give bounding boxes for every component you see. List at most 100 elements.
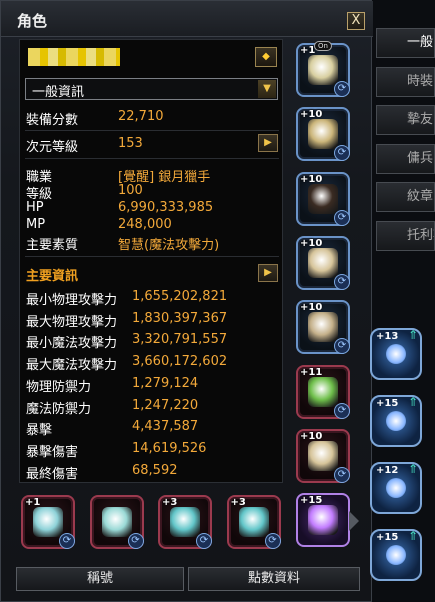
- tab-4[interactable]: 紋章: [376, 182, 435, 212]
- upgrade-arrow-icon: ⇑: [407, 529, 418, 543]
- stat-row: 最小魔法攻擊力 3,320,791,557: [26, 331, 278, 351]
- chest-armor-icon: [308, 119, 338, 150]
- enhance-level: +10: [300, 302, 323, 314]
- stat-label: 暴擊: [26, 423, 53, 439]
- title-button[interactable]: 稱號: [16, 567, 184, 591]
- hp-value: 6,990,333,985: [118, 200, 214, 215]
- swap-icon[interactable]: ⟳: [196, 533, 212, 549]
- swap-icon[interactable]: ⟳: [334, 145, 350, 162]
- stat-label: 最大魔法攻擊力: [26, 358, 118, 374]
- equipment-slot[interactable]: ⟳: [89, 495, 144, 549]
- dimension-level-value: 153: [118, 136, 143, 151]
- name-diamond-icon[interactable]: ◆: [255, 47, 277, 67]
- stat-value: 3,660,172,602: [132, 354, 228, 370]
- main-stat-row: 主要素質 智慧(魔法攻擊力): [26, 232, 278, 253]
- equipment-slot[interactable]: +10 ⟳: [296, 300, 350, 355]
- enhance-level: +3: [162, 497, 178, 508]
- equipment-slot[interactable]: +10 ⟳: [296, 235, 350, 290]
- info-view-selected: 一般資訊: [32, 85, 85, 100]
- swap-icon[interactable]: ⟳: [334, 209, 350, 226]
- offhand-icon: [308, 440, 338, 471]
- boots-icon: [308, 312, 338, 343]
- equipment-slot[interactable]: +1 ⟳: [21, 495, 75, 549]
- main-stat-label: 主要素質: [26, 238, 79, 253]
- swap-icon[interactable]: ⟳: [334, 81, 350, 97]
- stat-value: 3,320,791,557: [132, 332, 228, 348]
- enhance-level: +10: [300, 109, 323, 121]
- upgrade-arrow-icon: ⇑: [407, 395, 418, 409]
- upgrade-arrow-icon: ⇑: [407, 462, 418, 476]
- seal-gem-icon: [386, 411, 406, 431]
- seal-slot[interactable]: +13 ⇑: [370, 328, 422, 380]
- stat-value: 68,592: [132, 462, 178, 478]
- stat-row: 魔法防禦力 1,247,220: [26, 397, 278, 417]
- dimension-level-label: 次元等級: [26, 140, 79, 155]
- enhance-level: +15: [300, 495, 323, 507]
- equipment-slot[interactable]: +10 ⟳: [296, 171, 350, 226]
- swap-icon[interactable]: ⟳: [59, 533, 75, 549]
- equipment-slot[interactable]: +10 ⟳: [296, 428, 350, 483]
- seal-level: +15: [376, 532, 399, 543]
- pants-icon: [308, 183, 338, 214]
- divider: [25, 130, 279, 131]
- seal-slot[interactable]: +12 ⇑: [370, 462, 422, 514]
- gear-score-value: 22,710: [118, 109, 164, 124]
- tab-5[interactable]: 托利斯: [376, 220, 435, 251]
- info-view-select[interactable]: 一般資訊 ▼: [25, 78, 278, 100]
- stat-value: 1,655,202,821: [132, 289, 228, 304]
- equipment-slot[interactable]: +10 ⟳: [296, 107, 350, 162]
- tab-3[interactable]: 傭兵: [376, 143, 435, 174]
- stat-label: 最小物理攻擊力: [26, 293, 118, 308]
- helmet-icon: [308, 55, 338, 85]
- toggle-badge[interactable]: On: [314, 41, 332, 51]
- points-button[interactable]: 點數資料: [188, 567, 360, 591]
- seal-gem-icon: [386, 344, 406, 364]
- swap-icon[interactable]: ⟳: [334, 273, 350, 290]
- equipment-slot[interactable]: +11 ⟳: [296, 364, 350, 419]
- equipment-slot[interactable]: +3 ⟳: [158, 495, 212, 549]
- close-button[interactable]: X: [347, 12, 365, 30]
- tab-1[interactable]: 時裝: [376, 66, 435, 97]
- equipment-slot[interactable]: +1 On ⟳: [296, 41, 350, 97]
- stat-label: 最小魔法攻擊力: [26, 336, 118, 352]
- tab-0[interactable]: 一般: [376, 28, 435, 58]
- upgrade-arrow-icon: ⇑: [407, 328, 418, 342]
- stat-row: 暴擊傷害 14,619,526: [26, 440, 278, 460]
- main-info-detail-button[interactable]: ▶: [258, 264, 278, 282]
- seal-slot[interactable]: +15 ⇑: [370, 395, 422, 447]
- tab-2[interactable]: 摯友: [376, 105, 435, 135]
- stat-value: 14,619,526: [132, 440, 207, 456]
- dimension-detail-button[interactable]: ▶: [258, 134, 278, 152]
- stat-row: 暴擊 4,437,587: [26, 418, 278, 438]
- main-stat-value: 智慧(魔法攻擊力): [118, 238, 220, 253]
- chevron-down-icon[interactable]: ▼: [258, 80, 276, 98]
- swap-icon[interactable]: ⟳: [334, 466, 350, 483]
- swap-icon[interactable]: ⟳: [334, 338, 350, 355]
- character-window: 角色 X ◆ 一般資訊 ▼ 裝備分數 22,710 次元等級 153 ▶ 職業 …: [0, 0, 373, 602]
- swap-icon[interactable]: ⟳: [264, 533, 281, 549]
- divider: [25, 256, 279, 257]
- stat-label: 最終傷害: [26, 466, 79, 482]
- swap-icon[interactable]: ⟳: [127, 533, 144, 549]
- stat-value: 1,247,220: [132, 397, 199, 413]
- enhance-level: +10: [300, 173, 323, 185]
- stat-label: 暴擊傷害: [26, 444, 79, 460]
- character-name-row: ◆: [26, 45, 277, 69]
- earring-icon: [101, 507, 132, 537]
- stat-row: 物理防禦力 1,279,124: [26, 375, 278, 395]
- divider: [25, 158, 279, 159]
- swap-icon[interactable]: ⟳: [334, 402, 350, 419]
- glove-icon: [308, 247, 338, 278]
- equipment-slot[interactable]: +15: [296, 493, 350, 548]
- hp-label: HP: [26, 200, 44, 215]
- stat-value: 1,279,124: [132, 375, 199, 391]
- main-info-header: ▶: [26, 264, 278, 284]
- seal-slot[interactable]: +15 ⇑: [370, 529, 422, 581]
- ring-icon: [170, 507, 200, 537]
- necklace-icon: [33, 507, 63, 537]
- stat-value: 4,437,587: [132, 419, 199, 435]
- weapon-icon: [308, 376, 338, 407]
- seal-level: +12: [376, 465, 399, 476]
- equipment-slot[interactable]: +3 ⟳: [226, 495, 281, 549]
- title-bar[interactable]: 角色 X: [1, 1, 373, 37]
